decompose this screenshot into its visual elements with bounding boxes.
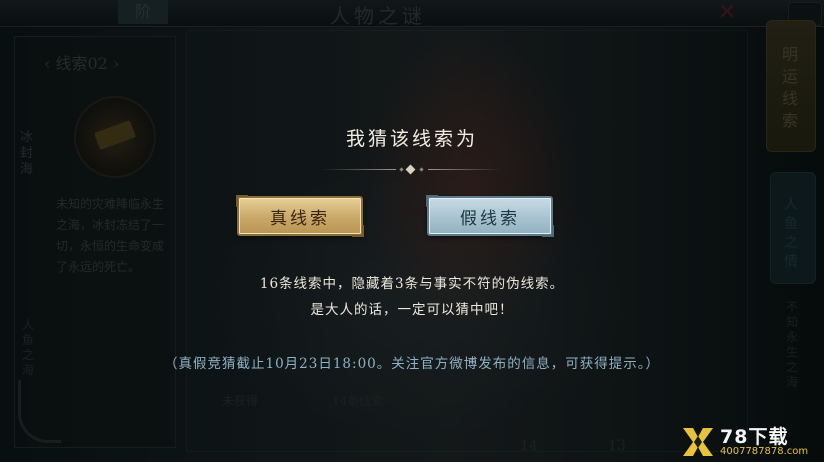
true-clue-button[interactable]: 真线索 [236, 195, 364, 237]
watermark-url: 4007787878.com [720, 446, 809, 457]
true-clue-button-label: 真线索 [270, 208, 330, 229]
watermark-logo-icon [683, 428, 713, 456]
title-divider [322, 164, 502, 175]
false-clue-button[interactable]: 假线索 [426, 195, 554, 237]
watermark-title: 78下载 [720, 426, 789, 448]
diamond-ornament-icon [405, 164, 416, 175]
modal-overlay[interactable] [0, 0, 824, 462]
false-clue-button-label: 假线索 [460, 208, 520, 229]
info-text-line-1: 16条线索中，隐藏着3条与事实不符的伪线索。 [259, 276, 565, 292]
info-text-line-2: 是大人的话，一定可以猜中吧！ [310, 302, 514, 318]
deadline-notice: （真假竞猜截止10月23日18:00。关注官方微博发布的信息，可获得提示。） [163, 356, 660, 372]
dialog-title: 我猜该线索为 [345, 128, 478, 150]
site-watermark: 78下载 4007787878.com [680, 424, 820, 460]
